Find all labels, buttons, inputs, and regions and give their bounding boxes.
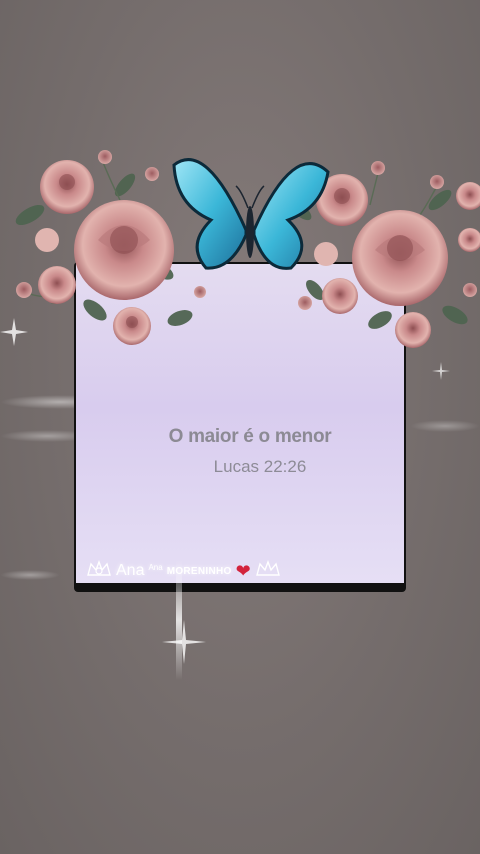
verse-text: O maior é o menor [168, 426, 332, 447]
verse-reference: Lucas 22:26 [213, 457, 307, 476]
light-streak-left-3 [0, 570, 60, 580]
crown-outline-icon-right [255, 559, 281, 584]
crown-outline-icon [86, 559, 112, 584]
heart-icon: ❤ [235, 560, 251, 581]
rose-left-large [74, 200, 174, 300]
signature-small-tag: Ana [148, 562, 163, 572]
watermark-signature: Ana Ana MORENINHO ❤ [86, 558, 281, 584]
butterfly-icon [172, 158, 330, 270]
signature-brand: MORENINHO [166, 565, 232, 577]
rose-right-large [352, 210, 448, 306]
light-streak-right [410, 420, 480, 432]
signature-name: Ana [116, 562, 145, 579]
